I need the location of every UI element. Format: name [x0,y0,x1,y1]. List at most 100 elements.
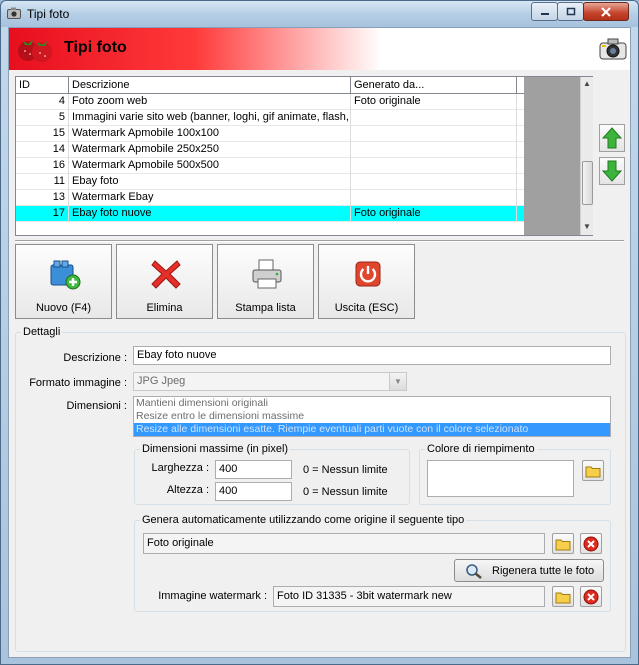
cell-descrizione: Immagini varie sito web (banner, loghi, … [69,110,351,126]
cell-descrizione: Watermark Ebay [69,190,351,206]
close-icon [601,6,611,17]
table-row[interactable]: 13 Watermark Ebay [16,190,524,206]
descrizione-label: Descrizione : [63,352,127,364]
green-arrow-up-icon [602,127,622,149]
cell-generato [351,142,517,158]
dimensioni-option[interactable]: Resize entro le dimensioni massime [134,410,610,423]
separator [15,240,624,242]
cell-id: 15 [16,126,69,142]
new-item-icon [50,260,81,290]
generate-group-title: Genera automaticamente utilizzando come … [140,514,467,526]
cell-generato [351,174,517,190]
cell-id: 16 [16,158,69,174]
move-down-button[interactable] [599,157,625,185]
exit-button-label: Uscita (ESC) [334,302,399,314]
cell-generato [351,126,517,142]
source-type-field[interactable]: Foto originale [143,533,545,554]
clear-x-icon [583,589,599,604]
source-browse-button[interactable] [552,533,574,554]
table-row[interactable]: 11 Ebay foto [16,174,524,190]
table-row[interactable]: 15 Watermark Apmobile 100x100 [16,126,524,142]
watermark-browse-button[interactable] [552,586,574,607]
move-up-button[interactable] [599,124,625,152]
clear-x-icon [583,536,599,551]
power-exit-icon [355,261,381,287]
cell-id: 4 [16,94,69,110]
cell-id: 5 [16,110,69,126]
watermark-clear-button[interactable] [580,586,602,607]
dimensioni-listbox[interactable]: Mantieni dimensioni originali Resize ent… [133,396,611,437]
cell-id: 17 [16,206,69,222]
cell-generato [351,158,517,174]
cell-descrizione: Watermark Apmobile 100x100 [69,126,351,142]
folder-icon [555,592,571,603]
fill-color-preview[interactable] [427,460,574,497]
strawberry-logo-icon [18,40,52,62]
dimensioni-option-selected[interactable]: Resize alle dimensioni esatte. Riempie e… [134,423,610,436]
scroll-down-arrow-icon[interactable]: ▼ [583,223,591,231]
title-bar[interactable]: Tipi foto [1,1,638,27]
cell-generato [351,110,517,126]
watermark-field[interactable]: Foto ID 31335 - 3bit watermark new [273,586,545,607]
column-header-id[interactable]: ID [16,77,69,93]
watermark-label: Immagine watermark : [158,590,267,602]
header-banner: Tipi foto [9,28,630,70]
details-group-title: Dettagli [21,326,63,338]
cell-descrizione: Foto zoom web [69,94,351,110]
fill-color-title: Colore di riempimento [425,443,537,455]
scroll-up-arrow-icon[interactable]: ▲ [583,80,591,88]
max-dimensions-title: Dimensioni massime (in pixel) [140,443,291,455]
banner-title: Tipi foto [64,39,127,56]
regenerate-all-button[interactable]: Rigenera tutte le foto [454,559,604,582]
new-button[interactable]: Nuovo (F4) [15,244,112,319]
scrollbar-thumb[interactable] [582,161,593,205]
cell-descrizione: Watermark Apmobile 500x500 [69,158,351,174]
larghezza-hint: 0 = Nessun limite [303,464,388,476]
cell-id: 11 [16,174,69,190]
minimize-icon [540,12,549,15]
folder-icon [555,539,571,550]
camera-app-icon [7,7,21,19]
list-vertical-scrollbar[interactable]: ▲ ▼ [580,77,593,235]
cell-descrizione: Watermark Apmobile 250x250 [69,142,351,158]
descrizione-input[interactable]: Ebay foto nuove [133,346,611,365]
client-area: Tipi foto ID Descrizione Generato da... … [8,27,631,658]
larghezza-input[interactable]: 400 [215,460,292,479]
maximize-icon [566,7,575,15]
cell-descrizione: Ebay foto [69,174,351,190]
minimize-button[interactable] [531,2,558,21]
new-button-label: Nuovo (F4) [35,302,92,314]
print-list-button-label: Stampa lista [235,302,296,314]
cell-generato: Foto originale [351,94,517,110]
cell-generato: Foto originale [351,206,517,222]
table-row-selected[interactable]: 17 Ebay foto nuove Foto originale [16,206,524,222]
column-header-generato[interactable]: Generato da... [351,77,517,93]
delete-button[interactable]: Elimina [116,244,213,319]
cell-id: 14 [16,142,69,158]
list-rows: 4 Foto zoom web Foto originale 5 Immagin… [16,94,524,222]
table-row[interactable]: 5 Immagini varie sito web (banner, loghi… [16,110,524,126]
folder-icon [585,466,601,477]
camera-icon [599,38,627,60]
close-button[interactable] [583,2,629,21]
table-row[interactable]: 16 Watermark Apmobile 500x500 [16,158,524,174]
window-title: Tipi foto [27,7,70,21]
column-header-descrizione[interactable]: Descrizione [69,77,351,93]
chevron-down-icon[interactable]: ▼ [389,373,406,390]
maximize-button[interactable] [557,2,584,21]
dimensioni-option[interactable]: Mantieni dimensioni originali [134,397,610,410]
print-list-button[interactable]: Stampa lista [217,244,314,319]
source-clear-button[interactable] [580,533,602,554]
formato-select[interactable]: JPG Jpeg ▼ [133,372,407,391]
altezza-hint: 0 = Nessun limite [303,486,388,498]
green-arrow-down-icon [602,160,622,182]
table-row[interactable]: 4 Foto zoom web Foto originale [16,94,524,110]
delete-button-label: Elimina [146,302,183,314]
fill-color-browse-button[interactable] [582,460,604,481]
cell-generato [351,190,517,206]
photo-types-list[interactable]: ID Descrizione Generato da... 4 Foto zoo… [15,76,593,236]
exit-button[interactable]: Uscita (ESC) [318,244,415,319]
table-row[interactable]: 14 Watermark Apmobile 250x250 [16,142,524,158]
altezza-input[interactable]: 400 [215,482,292,501]
regenerate-all-label: Rigenera tutte le foto [492,565,595,577]
